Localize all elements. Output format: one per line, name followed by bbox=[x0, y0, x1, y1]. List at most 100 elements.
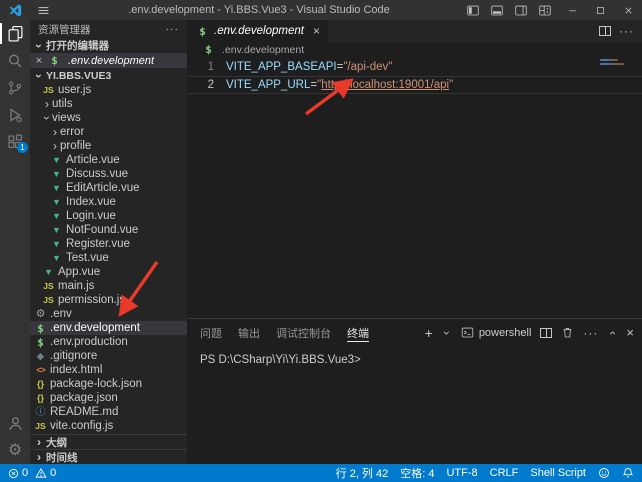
vue-file-icon: ▼ bbox=[50, 210, 63, 223]
env-file-icon: $ bbox=[48, 54, 61, 67]
vscode-logo-icon bbox=[0, 4, 30, 17]
layout-panel-icon[interactable] bbox=[486, 1, 508, 19]
tree-item-editarticle-vue[interactable]: ▼EditArticle.vue bbox=[30, 181, 187, 195]
vue-file-icon: ▼ bbox=[50, 154, 63, 167]
panel-tab-bar: 问题输出调试控制台终端 + › powershell ··· › × bbox=[188, 319, 642, 346]
vue-file-icon: ▼ bbox=[50, 182, 63, 195]
vscode-window: .env.development - Yi.BBS.Vue3 - Visual … bbox=[0, 0, 642, 482]
activity-bar-search[interactable] bbox=[0, 47, 30, 74]
tree-item-env-production[interactable]: $.env.production bbox=[30, 335, 187, 349]
tree-item-label: .env.development bbox=[50, 322, 140, 334]
tree-item-article-vue[interactable]: ▼Article.vue bbox=[30, 153, 187, 167]
tree-item-notfound-vue[interactable]: ▼NotFound.vue bbox=[30, 223, 187, 237]
menu-hamburger-icon[interactable] bbox=[30, 4, 56, 17]
panel-more-actions-icon[interactable]: ··· bbox=[583, 326, 598, 340]
layout-sidebar-right-icon[interactable] bbox=[510, 1, 532, 19]
tree-item-label: Index.vue bbox=[66, 196, 116, 208]
tree-item-error[interactable]: ›error bbox=[30, 125, 187, 139]
url-link[interactable]: http://localhost:19001/api bbox=[321, 79, 449, 91]
kill-terminal-trash-icon[interactable] bbox=[561, 326, 574, 339]
project-section-header[interactable]: › YI.BBS.VUE3 bbox=[30, 68, 187, 83]
maximize-button[interactable] bbox=[586, 0, 614, 20]
activity-bar-source-control[interactable] bbox=[0, 74, 30, 101]
tab-env-development[interactable]: $ .env.development × bbox=[188, 20, 328, 42]
tree-item-main-js[interactable]: JSmain.js bbox=[30, 279, 187, 293]
tree-item-login-vue[interactable]: ▼Login.vue bbox=[30, 209, 187, 223]
activity-bar-explorer[interactable] bbox=[0, 20, 30, 47]
chevron-down-icon: › bbox=[34, 71, 44, 81]
panel-tab-[interactable]: 问题 bbox=[200, 319, 222, 346]
tree-item-readme-md[interactable]: ⓘREADME.md bbox=[30, 405, 187, 419]
status-2-42[interactable]: 行 2, 列 42 bbox=[336, 465, 389, 481]
tree-item-vite-config-js[interactable]: JSvite.config.js bbox=[30, 419, 187, 433]
notifications-bell-icon[interactable] bbox=[622, 467, 634, 479]
js-file-icon: JS bbox=[42, 84, 55, 97]
tree-item-index-html[interactable]: <>index.html bbox=[30, 363, 187, 377]
timeline-section-header[interactable]: › 时间线 bbox=[30, 449, 187, 464]
status-crlf[interactable]: CRLF bbox=[490, 467, 519, 479]
tree-item-register-vue[interactable]: ▼Register.vue bbox=[30, 237, 187, 251]
env-file-icon: $ bbox=[34, 336, 47, 349]
tree-item-package-json[interactable]: {}package.json bbox=[30, 391, 187, 405]
json-file-icon: {} bbox=[34, 378, 47, 391]
source-control-icon bbox=[7, 80, 23, 96]
readme-info-icon: ⓘ bbox=[34, 406, 47, 419]
activity-bar-run-debug[interactable] bbox=[0, 101, 30, 128]
status-utf-8[interactable]: UTF-8 bbox=[446, 467, 477, 479]
minimize-button[interactable] bbox=[558, 0, 586, 20]
editor-more-actions-icon[interactable]: ··· bbox=[619, 24, 634, 38]
tab-close-icon[interactable]: × bbox=[313, 24, 320, 38]
outline-section-header[interactable]: › 大纲 bbox=[30, 434, 187, 449]
close-panel-icon[interactable]: × bbox=[626, 325, 634, 340]
activity-bar-settings[interactable]: ⚙ bbox=[0, 437, 30, 464]
shell-label[interactable]: powershell bbox=[479, 327, 532, 339]
layout-sidebar-left-icon[interactable] bbox=[462, 1, 484, 19]
tree-item-label: user.js bbox=[58, 84, 91, 96]
code-editor[interactable]: 1VITE_APP_BASEAPI="/api-dev"2VITE_APP_UR… bbox=[188, 57, 642, 318]
tree-item-discuss-vue[interactable]: ▼Discuss.vue bbox=[30, 167, 187, 181]
new-terminal-icon[interactable]: + bbox=[425, 325, 433, 341]
close-button[interactable] bbox=[614, 0, 642, 20]
breadcrumb[interactable]: $ .env.development bbox=[188, 42, 642, 57]
layout-customize-icon[interactable] bbox=[534, 1, 556, 19]
status-4[interactable]: 空格: 4 bbox=[400, 465, 434, 481]
code-token: "/api-dev" bbox=[343, 61, 392, 73]
tree-item-app-vue[interactable]: ▼App.vue bbox=[30, 265, 187, 279]
open-editor-item-env-development[interactable]: × $ .env.development bbox=[30, 53, 187, 68]
tree-item-profile[interactable]: ›profile bbox=[30, 139, 187, 153]
chevron-down-icon[interactable]: › bbox=[442, 328, 452, 338]
warning-icon bbox=[35, 467, 47, 479]
panel-tab-[interactable]: 输出 bbox=[238, 319, 260, 346]
tree-item-env[interactable]: ⚙.env bbox=[30, 307, 187, 321]
minimap[interactable] bbox=[600, 59, 628, 99]
terminal-output[interactable]: PS D:\CSharp\Yi\Yi.BBS.Vue3> bbox=[188, 346, 642, 464]
code-line-2[interactable]: 2VITE_APP_URL="http://localhost:19001/ap… bbox=[188, 76, 642, 94]
status-shell-script[interactable]: Shell Script bbox=[530, 467, 586, 479]
tree-item-index-vue[interactable]: ▼Index.vue bbox=[30, 195, 187, 209]
split-editor-icon[interactable] bbox=[599, 26, 611, 36]
terminal-actions: + › powershell ··· › × bbox=[425, 325, 634, 341]
close-icon[interactable]: × bbox=[34, 55, 44, 67]
tree-item-utils[interactable]: ›utils bbox=[30, 97, 187, 111]
tree-item-env-development[interactable]: $.env.development bbox=[30, 321, 187, 335]
tree-item-test-vue[interactable]: ▼Test.vue bbox=[30, 251, 187, 265]
tree-item-user-js[interactable]: JSuser.js bbox=[30, 83, 187, 97]
code-line-1[interactable]: 1VITE_APP_BASEAPI="/api-dev" bbox=[188, 58, 642, 76]
sidebar-more-actions-icon[interactable]: ··· bbox=[166, 23, 180, 35]
chevron-right-icon: › bbox=[50, 141, 60, 151]
tree-item-views[interactable]: ›views bbox=[30, 111, 187, 125]
chevron-right-icon: › bbox=[42, 99, 52, 109]
tree-item-gitignore[interactable]: ◆.gitignore bbox=[30, 349, 187, 363]
activity-bar-extensions[interactable]: 1 bbox=[0, 128, 30, 155]
open-editors-section-header[interactable]: › 打开的编辑器 bbox=[30, 38, 187, 53]
vue-file-icon: ▼ bbox=[50, 224, 63, 237]
split-terminal-icon[interactable] bbox=[540, 328, 552, 338]
activity-bar-account[interactable] bbox=[0, 410, 30, 437]
feedback-icon[interactable] bbox=[598, 467, 610, 479]
tree-item-permission-js[interactable]: JSpermission.js bbox=[30, 293, 187, 307]
maximize-panel-chevron-up-icon[interactable]: › bbox=[607, 328, 617, 338]
panel-tab-[interactable]: 终端 bbox=[347, 319, 369, 346]
panel-tab-[interactable]: 调试控制台 bbox=[276, 319, 331, 346]
tree-item-package-lock-json[interactable]: {}package-lock.json bbox=[30, 377, 187, 391]
problems-status[interactable]: 0 0 bbox=[8, 467, 56, 479]
